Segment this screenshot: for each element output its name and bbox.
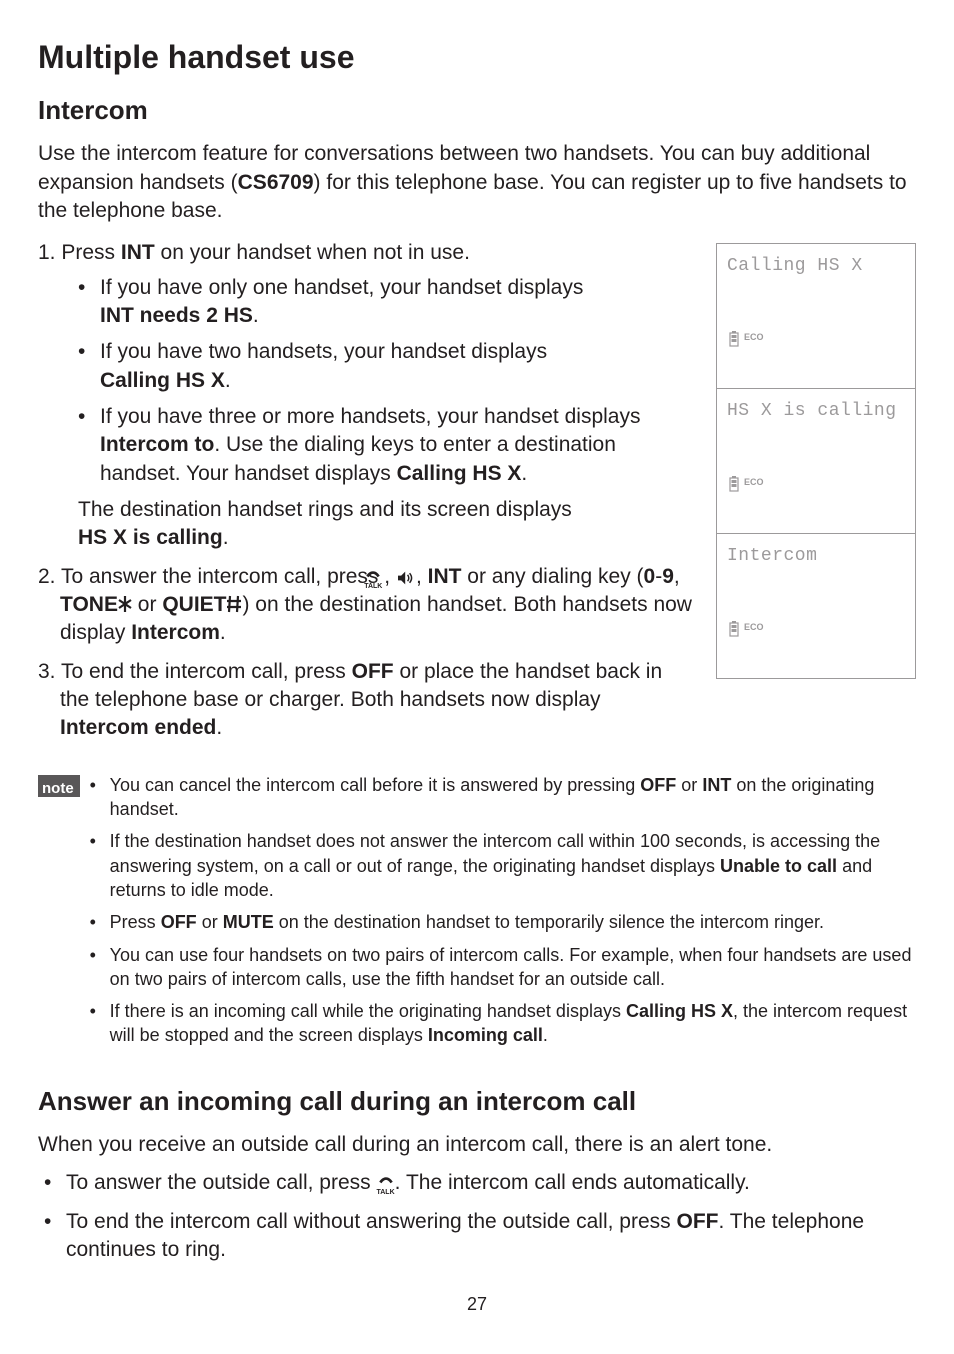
s1b2-pre: If you have two handsets, your handset d… [100, 340, 547, 363]
s1f-bold: HS X is calling [78, 526, 223, 549]
n3b: or [197, 912, 223, 932]
step1-bullet2: If you have two handsets, your handset d… [78, 338, 692, 395]
s2-tone: TONE [60, 593, 118, 616]
battery-icon [727, 475, 741, 493]
int-key: INT [121, 241, 155, 264]
screen1-text: Calling HS X [727, 254, 905, 278]
steps-column: 1. Press INT on your handset when not in… [38, 239, 692, 753]
n3c: on the destination handset to temporaril… [274, 912, 824, 932]
n5a: If there is an incoming call while the o… [110, 1001, 626, 1021]
s2-num: 2. [38, 565, 61, 588]
s2-bold: Intercom [131, 621, 220, 644]
step-2: 2. To answer the intercom call, press TA… [38, 563, 692, 648]
model-number: CS6709 [238, 171, 314, 194]
s3-bold: Intercom ended [60, 716, 216, 739]
answer-heading: Answer an incoming call during an interc… [38, 1084, 916, 1119]
s1f-pre: The destination handset rings and its sc… [78, 498, 572, 521]
intercom-intro: Use the intercom feature for conversatio… [38, 140, 916, 225]
step-1: 1. Press INT on your handset when not in… [38, 239, 692, 552]
eco-label: ECO [744, 476, 764, 488]
s2-a: To answer the intercom call, press [61, 565, 384, 588]
talk-icon: TALK [377, 1175, 395, 1196]
ab2a: To end the intercom call without answeri… [66, 1210, 677, 1233]
n3a: Press [110, 912, 161, 932]
star-icon [118, 594, 132, 614]
step1-bullet3: If you have three or more handsets, your… [78, 403, 692, 488]
note-item-2: If the destination handset does not answ… [90, 829, 916, 902]
step1-follow: The destination handset rings and its sc… [38, 496, 692, 553]
s2-0: 0 [644, 565, 656, 588]
s3-off: OFF [352, 660, 394, 683]
note-item-1: You can cancel the intercom call before … [90, 773, 916, 822]
s1b3-pre: If you have three or more handsets, your… [100, 405, 640, 428]
step1-tail: on your handset when not in use. [155, 241, 470, 264]
step1-bullet1: If you have only one handset, your hands… [78, 274, 692, 331]
step-3: 3. To end the intercom call, press OFF o… [38, 658, 692, 743]
n3-off: OFF [161, 912, 197, 932]
battery-icon [727, 330, 741, 348]
s2-c1: , [674, 565, 680, 588]
screen-intercom: Intercom ECO [716, 533, 916, 679]
note-item-5: If there is an incoming call while the o… [90, 999, 916, 1048]
battery-icon [727, 620, 741, 638]
answer-intro: When you receive an outside call during … [38, 1131, 916, 1159]
note-item-4: You can use four handsets on two pairs o… [90, 943, 916, 992]
eco-label: ECO [744, 331, 764, 343]
note-tag: note [38, 775, 80, 797]
n1-off: OFF [640, 775, 676, 795]
screens-column: Calling HS X ECO HS X is calling ECO Int… [716, 243, 916, 753]
s2-b: or any dialing key ( [461, 565, 643, 588]
ab1b: . The intercom call ends automatically. [395, 1171, 750, 1194]
answer-bullet-2: To end the intercom call without answeri… [38, 1208, 916, 1265]
screen2-text: HS X is calling [727, 399, 905, 423]
s2-or: or [132, 593, 162, 616]
note-block: note You can cancel the intercom call be… [38, 773, 916, 1056]
s1b1-bold: INT needs 2 HS [100, 304, 253, 327]
s2-9: 9 [662, 565, 674, 588]
n1b: or [676, 775, 702, 795]
s3-a: To end the intercom call, press [61, 660, 352, 683]
ab2-off: OFF [677, 1210, 719, 1233]
intercom-heading: Intercom [38, 93, 916, 128]
n3-mute: MUTE [223, 912, 274, 932]
answer-bullet-1: To answer the outside call, press TALK. … [38, 1169, 916, 1197]
ab1a: To answer the outside call, press [66, 1171, 377, 1194]
s1b3-bold1: Intercom to [100, 433, 214, 456]
pound-icon [226, 594, 242, 614]
screen-is-calling: HS X is calling ECO [716, 388, 916, 534]
note-item-3: Press OFF or MUTE on the destination han… [90, 910, 916, 934]
speaker-icon [396, 570, 416, 586]
n1-int: INT [702, 775, 731, 795]
page-title: Multiple handset use [38, 36, 916, 79]
n2-bold: Unable to call [720, 856, 837, 876]
n1a: You can cancel the intercom call before … [110, 775, 641, 795]
s3-num: 3. [38, 660, 61, 683]
answer-section: Answer an incoming call during an interc… [38, 1084, 916, 1264]
s2-int: INT [428, 565, 462, 588]
screen3-text: Intercom [727, 544, 905, 568]
s2-comma: , [384, 565, 396, 588]
s1b3-bold2: Calling HS X [397, 462, 522, 485]
step1-lead: 1. Press [38, 241, 121, 264]
s1b2-bold: Calling HS X [100, 369, 225, 392]
eco-label: ECO [744, 621, 764, 633]
n5-bold2: Incoming call [428, 1025, 543, 1045]
page-number: 27 [38, 1292, 916, 1316]
s1b1-pre: If you have only one handset, your hands… [100, 276, 583, 299]
screen-calling: Calling HS X ECO [716, 243, 916, 389]
n5-bold1: Calling HS X [626, 1001, 733, 1021]
s2-quiet: QUIET [162, 593, 226, 616]
